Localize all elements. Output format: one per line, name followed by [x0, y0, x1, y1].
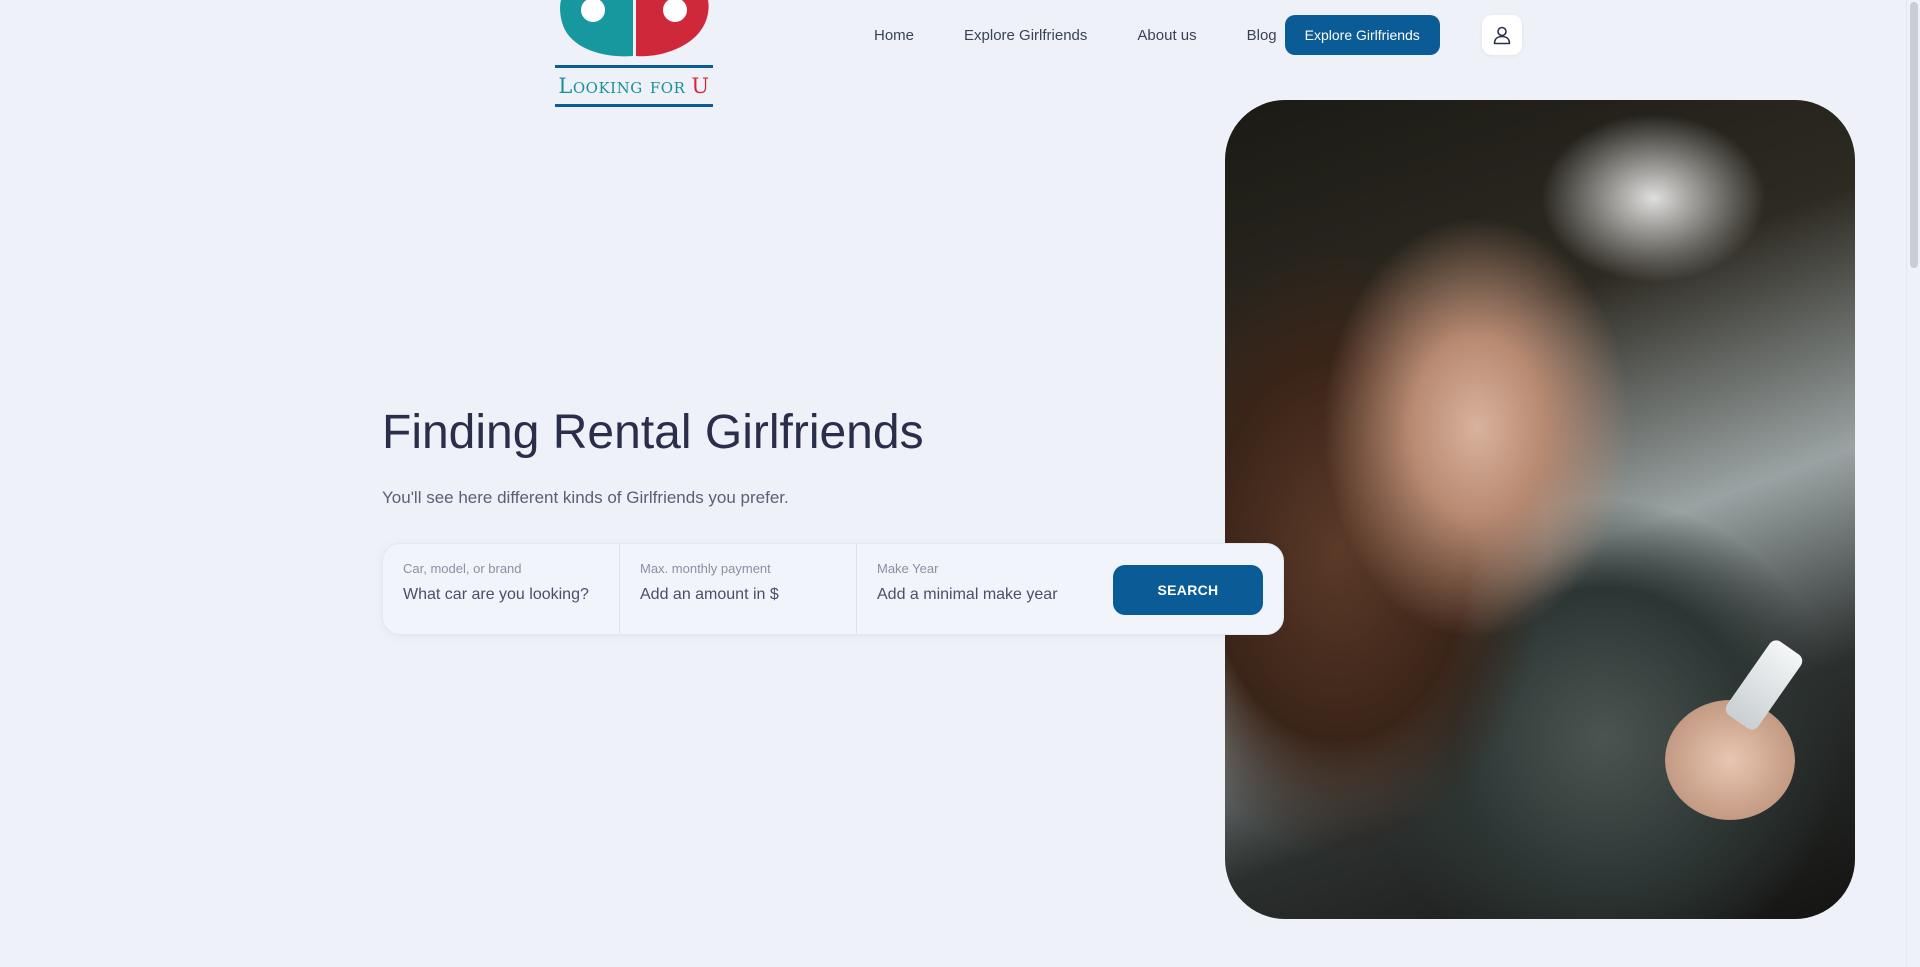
scrollbar-thumb[interactable]: [1910, 2, 1918, 268]
page-scrollbar[interactable]: [1906, 0, 1920, 967]
logo-wordmark: Looking for U: [555, 65, 713, 107]
search-button[interactable]: SEARCH: [1113, 565, 1263, 615]
year-input[interactable]: [877, 586, 1077, 604]
car-input[interactable]: [403, 586, 599, 604]
photo-hand-shape: [1665, 700, 1795, 820]
hero-subtitle: You'll see here different kinds of Girlf…: [382, 488, 789, 507]
nav-link-blog[interactable]: Blog: [1247, 27, 1277, 44]
explore-girlfriends-button[interactable]: Explore Girlfriends: [1284, 15, 1440, 55]
user-icon: [1493, 26, 1511, 45]
user-account-button[interactable]: [1482, 15, 1522, 55]
search-field-car: Car, model, or brand: [383, 544, 620, 634]
hero-photo: [1225, 100, 1855, 919]
nav-link-about-us[interactable]: About us: [1137, 27, 1196, 44]
search-field-payment: Max. monthly payment: [620, 544, 857, 634]
car-field-label: Car, model, or brand: [403, 561, 522, 576]
logo-text-accent: U: [691, 74, 710, 98]
search-bar: Car, model, or brand Max. monthly paymen…: [382, 543, 1284, 635]
heart-logo-icon: [560, 0, 709, 57]
payment-field-label: Max. monthly payment: [640, 561, 771, 576]
year-field-label: Make Year: [877, 561, 939, 576]
payment-input[interactable]: [640, 586, 836, 604]
nav-link-explore-girlfriends[interactable]: Explore Girlfriends: [964, 27, 1087, 44]
logo-text-main: Looking for: [558, 74, 686, 98]
search-field-year: Make Year: [857, 544, 1097, 634]
nav-link-home[interactable]: Home: [874, 27, 914, 44]
site-logo[interactable]: Looking for U: [555, 0, 713, 110]
main-nav: Home Explore Girlfriends About us Blog E…: [874, 14, 1440, 56]
hero-title: Finding Rental Girlfriends: [382, 406, 924, 459]
